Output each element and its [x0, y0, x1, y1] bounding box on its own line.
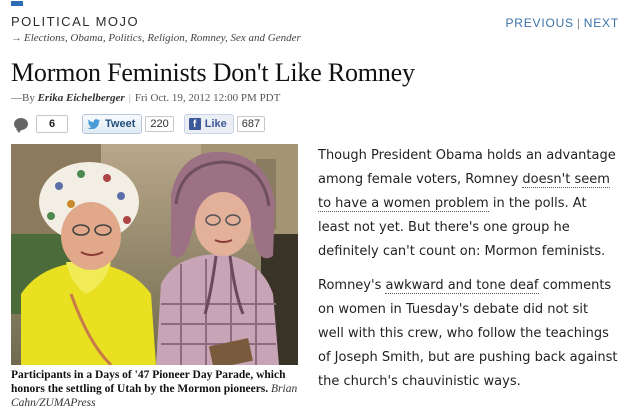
byline-separator: |	[128, 92, 131, 104]
like-count: 687	[236, 116, 266, 132]
tone-deaf-link[interactable]: awkward and tone deaf	[385, 278, 539, 294]
photo-caption: Participants in a Days of '47 Pioneer Da…	[11, 368, 301, 410]
next-link[interactable]: NEXT	[584, 16, 619, 30]
article-body: Though President Obama holds an advantag…	[318, 144, 618, 404]
facebook-icon: f	[188, 118, 201, 130]
nav-separator: |	[576, 16, 581, 30]
social-bar: 6 Tweet 220 f Like 687	[14, 113, 266, 135]
section-title[interactable]: POLITICAL MOJO	[11, 14, 139, 29]
comment-bubble-icon[interactable]	[14, 118, 28, 133]
byline-prefix: —By	[11, 92, 35, 104]
like-button[interactable]: f Like	[183, 114, 234, 134]
tweet-count: 220	[145, 116, 174, 132]
tweet-label: Tweet	[105, 118, 136, 130]
tweet-button[interactable]: Tweet	[82, 114, 143, 134]
author-link[interactable]: Erika Eichelberger	[38, 92, 125, 104]
paragraph-2-text-b: comments on women in Tuesday's debate di…	[318, 278, 618, 389]
article-nav: PREVIOUS | NEXT	[505, 16, 619, 30]
paragraph-1: Though President Obama holds an advantag…	[318, 144, 618, 264]
paragraph-2: Romney's awkward and tone deaf comments …	[318, 274, 618, 394]
like-label: Like	[204, 118, 227, 130]
twitter-bird-icon	[87, 119, 101, 129]
section-accent-bar	[11, 1, 23, 6]
comment-count[interactable]: 6	[36, 115, 68, 133]
publish-date: Fri Oct. 19, 2012 12:00 PM PDT	[134, 92, 281, 104]
tags-text[interactable]: Elections, Obama, Politics, Religion, Ro…	[24, 32, 301, 44]
caption-text: Participants in a Days of '47 Pioneer Da…	[11, 369, 286, 395]
article-photo[interactable]	[11, 144, 298, 365]
page-title: Mormon Feminists Don't Like Romney	[11, 58, 415, 87]
arrow-icon: →	[11, 32, 22, 44]
parade-participants-image	[11, 144, 298, 365]
byline: —By Erika Eichelberger | Fri Oct. 19, 2012…	[11, 92, 280, 104]
previous-link[interactable]: PREVIOUS	[505, 16, 573, 30]
tag-list: → Elections, Obama, Politics, Religion, R…	[11, 32, 301, 44]
paragraph-2-text-a: Romney's	[318, 278, 386, 293]
